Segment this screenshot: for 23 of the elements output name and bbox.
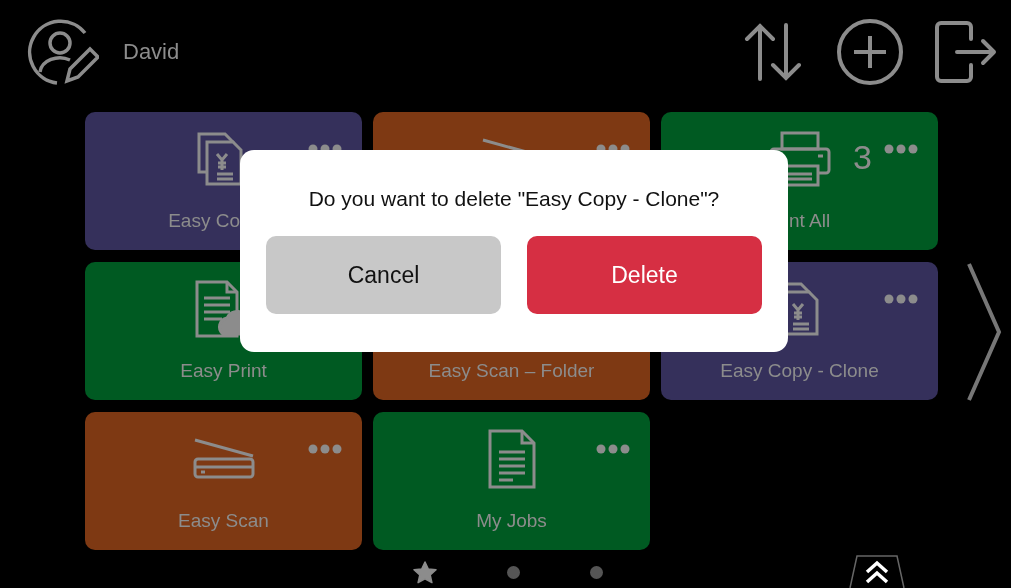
tile-label: Easy Scan <box>178 510 269 532</box>
user-name: David <box>123 39 181 65</box>
job-count: 3 <box>853 138 872 177</box>
page-dot[interactable] <box>590 566 603 579</box>
page-dot[interactable] <box>507 566 520 579</box>
tile-label: nt All <box>789 210 831 232</box>
tile-label: Easy Copy - Clone <box>720 360 879 382</box>
tile-label: Easy Print <box>180 360 267 382</box>
user-edit-icon[interactable] <box>27 19 99 85</box>
sort-icon[interactable] <box>743 23 803 81</box>
tile-label: Easy Co <box>168 210 240 232</box>
delete-button[interactable]: Delete <box>527 236 762 314</box>
app-tile[interactable]: My Jobs <box>373 412 650 550</box>
next-page-icon[interactable] <box>966 262 1002 402</box>
expand-up-icon[interactable] <box>848 555 906 588</box>
app-tile[interactable]: Easy Scan <box>85 412 362 550</box>
scanner-icon <box>191 437 256 481</box>
cancel-button[interactable]: Cancel <box>266 236 501 314</box>
add-icon[interactable] <box>837 19 903 85</box>
tile-label: My Jobs <box>476 510 547 532</box>
tile-label: Easy Scan – Folder <box>428 360 595 382</box>
star-icon[interactable] <box>413 561 437 584</box>
logout-icon[interactable] <box>935 21 997 83</box>
